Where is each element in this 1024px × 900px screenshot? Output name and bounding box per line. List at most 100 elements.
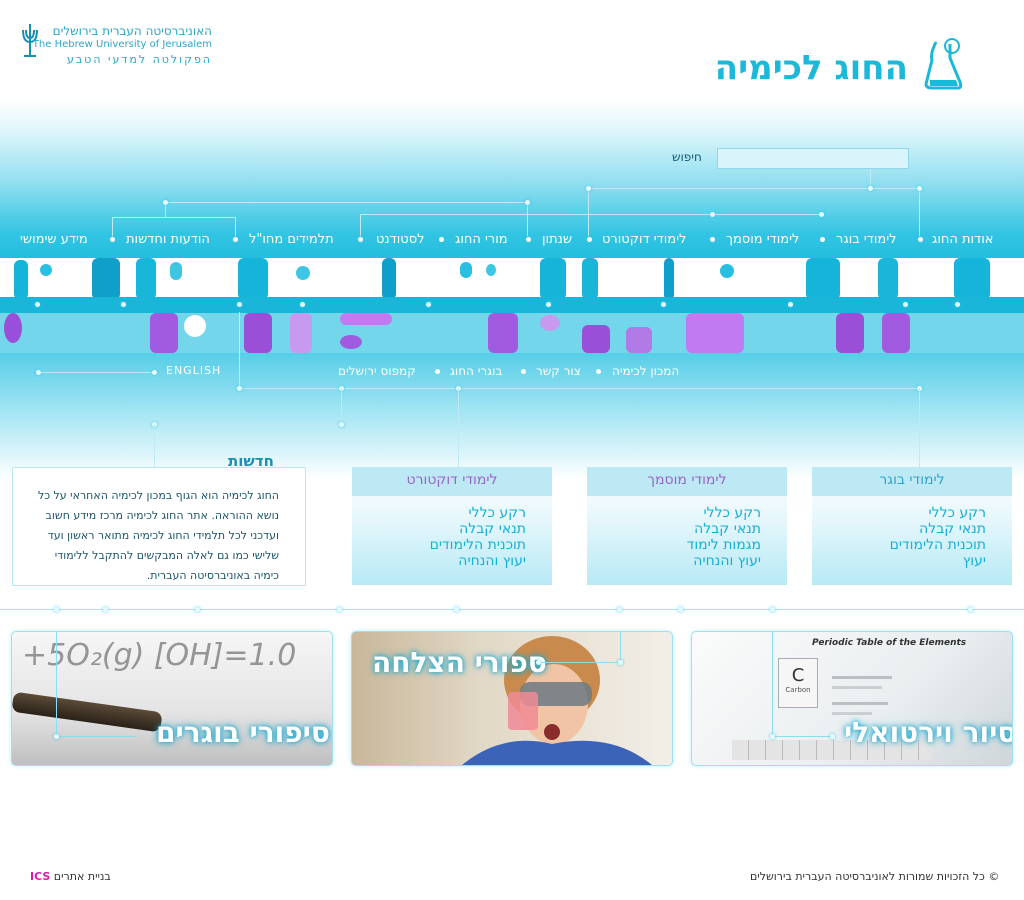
site-builder[interactable]: ICS בניית אתרים [30,870,111,883]
connector-dot [819,212,824,217]
nav-master[interactable]: לימודי מוסמך [726,232,799,247]
connector-line [919,388,920,467]
feature-alumni-stories[interactable]: +5O₂(g) [OH]=1.0 סיפורי בוגרים [11,631,333,766]
nav-foreign-students[interactable]: תלמידים מחו"ל [249,232,334,247]
program-link[interactable]: רקע כללי [812,505,987,521]
university-logo[interactable]: האוניברסיטה העברית בירושלים The Hebrew U… [20,22,220,72]
connector-line [165,202,528,203]
separator-dot [54,607,59,612]
program-title-doctorate[interactable]: לימודי דוקטורט [352,467,552,496]
builder-text[interactable]: בניית אתרים [54,870,111,883]
connector-line [458,388,459,467]
program-link[interactable]: תנאי קבלה [812,521,986,537]
nav-separator [918,237,923,242]
connector-line [154,424,341,425]
element-tile: C Carbon [778,658,818,708]
program-link[interactable]: יעוץ והנחיה [587,553,761,569]
subnav-separator [596,369,601,374]
connector-dot [36,370,41,375]
connector-dot [586,186,591,191]
subnav-separator [521,369,526,374]
faculty-name: הפקולטה למדעי הטבע [66,53,212,66]
university-name-hebrew: האוניברסיטה העברית בירושלים [52,24,212,38]
connector-line [360,214,822,215]
strip-dot [35,302,40,307]
nav-separator [710,237,715,242]
separator-dot [103,607,108,612]
connector-line [620,632,621,662]
subnav-campus[interactable]: קמפוס ירושלים [338,364,416,378]
connector-line [56,736,136,737]
connector-dot [237,386,242,391]
nav-doctorate[interactable]: לימודי דוקטורט [602,232,686,247]
connector-dot [525,200,530,205]
program-link[interactable]: רקע כללי [587,505,762,521]
feature-virtual-tour[interactable]: Periodic Table of the Elements C Carbon … [691,631,1013,766]
connector-line [239,312,240,388]
program-link[interactable]: יעוץ [812,553,986,569]
search-input[interactable] [717,148,909,169]
subnav-institute[interactable]: המכון לכימיה [612,364,679,378]
english-link[interactable]: ENGLISH [166,364,221,377]
strip-dot [300,302,305,307]
program-title-master[interactable]: לימודי מוסמך [587,467,787,496]
connector-dot [618,660,623,665]
program-box-doctorate: לימודי דוקטורט רקע כללי תנאי קבלה תוכנית… [352,467,552,585]
connector-dot [54,734,59,739]
connector-line [56,632,57,736]
feature-success-stories[interactable]: ספורי הצלחה [351,631,673,766]
nav-separator [358,237,363,242]
connector-line [38,372,154,373]
separator-dot [337,607,342,612]
connector-dot [152,370,157,375]
nav-separator [820,237,825,242]
search-label: חיפוש [672,150,702,164]
nav-about[interactable]: אודות החוג [932,232,993,247]
nav-student[interactable]: לסטודנט [376,232,425,247]
connector-line [527,202,528,236]
nav-bachelor[interactable]: לימודי בוגר [836,232,897,247]
connector-dot [868,186,873,191]
program-link[interactable]: תנאי קבלה [352,521,526,537]
program-link[interactable]: תוכנית הלימודים [812,537,986,553]
nav-faculty[interactable]: מורי החוג [455,232,508,247]
connector-dot [710,212,715,217]
news-box: החוג לכימיה הוא הגוף במכון לכימיה האחראי… [12,467,306,586]
strip-dot [237,302,242,307]
connector-dot [536,660,541,665]
formula-image: +5O₂(g) [OH]=1.0 [22,638,297,673]
connector-line [112,217,236,218]
subnav-contact[interactable]: צור קשר [536,364,581,378]
periodic-table-heading: Periodic Table of the Elements [812,638,967,648]
feature-title: סיור וירטואלי [844,716,1013,749]
nav-useful-info[interactable]: מידע שימושי [20,232,88,247]
program-link[interactable]: יעוץ והנחיה [352,553,526,569]
program-box-master: לימודי מוסמך רקע כללי תנאי קבלה מגמות לי… [587,467,787,585]
nav-yearbook[interactable]: שנתון [542,232,572,247]
connector-dot [830,734,835,739]
strip-dot [661,302,666,307]
nav-news[interactable]: הודעות וחדשות [126,232,210,247]
strip-dot [121,302,126,307]
strip-dot [788,302,793,307]
connector-dot [917,186,922,191]
nav-separator [439,237,444,242]
program-link[interactable]: תנאי קבלה [587,521,761,537]
program-link[interactable]: תוכנית הלימודים [352,537,526,553]
separator-dot [195,607,200,612]
connector-line [772,632,773,736]
department-title[interactable]: החוג לכימיה [715,48,908,88]
connector-line [341,388,342,424]
news-text: החוג לכימיה הוא הגוף במכון לכימיה האחראי… [37,489,279,582]
strip-dot [955,302,960,307]
subnav-alumni[interactable]: בוגרי החוג [450,364,502,378]
flask-logo-icon [924,38,963,90]
separator-line [0,609,1024,610]
builder-brand[interactable]: ICS [30,870,50,883]
connector-dot [770,734,775,739]
program-link[interactable]: רקע כללי [352,505,527,521]
molecule-strip-bar [0,297,1024,313]
program-title-bachelor[interactable]: לימודי בוגר [812,467,1012,496]
connector-line [919,188,920,236]
program-link[interactable]: מגמות לימוד [587,537,761,553]
